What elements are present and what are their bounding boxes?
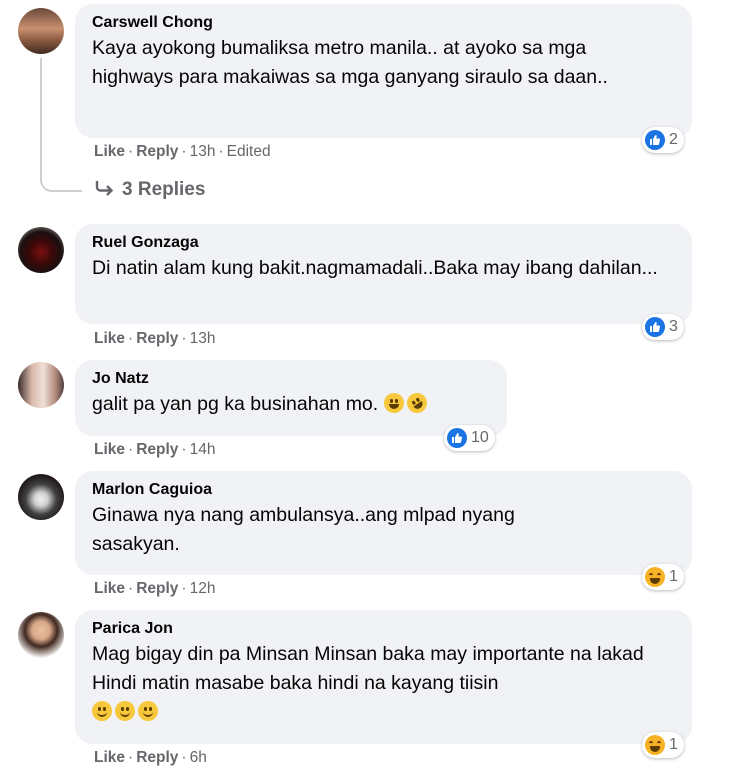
like-reaction-icon [645,130,665,150]
comment-author[interactable]: Marlon Caguioa [92,479,678,501]
reaction-count: 3 [669,318,678,335]
reaction-summary[interactable]: 1 [642,564,684,590]
reaction-summary[interactable]: 3 [642,314,684,340]
comment-text: Kaya ayokong bumaliksa metro manila.. at… [92,37,608,88]
like-reaction-icon [645,317,665,337]
avatar[interactable] [18,8,64,54]
comment-text: Ginawa nya nang ambulansya..ang mlpad ny… [92,504,515,555]
comment-timestamp[interactable]: 14h [190,441,216,458]
reaction-summary[interactable]: 1 [642,732,684,758]
comment-text-content: galit pa yan pg ka businahan mo. [92,393,379,415]
reply-button[interactable]: Reply [136,441,178,458]
reply-button[interactable]: Reply [136,580,178,597]
thread-connector [40,160,82,192]
reaction-summary[interactable]: 10 [444,425,495,451]
haha-reaction-icon [645,567,665,587]
comment-author[interactable]: Jo Natz [92,368,493,390]
haha-reaction-icon [645,735,665,755]
edited-label: Edited [226,143,271,160]
comment-bubble: Ruel Gonzaga Di natin alam kung bakit.na… [75,224,692,324]
avatar[interactable] [18,362,64,408]
smiling-emoji-icon [92,701,112,721]
replies-count-label: 3 Replies [122,179,206,200]
smiling-emoji-icon [115,701,135,721]
reaction-count: 1 [669,736,678,753]
comment-actions: Like · Reply · 13h [94,330,216,347]
avatar[interactable] [18,612,64,658]
reaction-summary[interactable]: 2 [642,127,684,153]
comment-bubble: Jo Natz galit pa yan pg ka businahan mo. [75,360,507,436]
laughing-emoji-icon [383,393,404,413]
comment-text: galit pa yan pg ka businahan mo. [92,389,493,419]
comment-author[interactable]: Ruel Gonzaga [92,232,678,254]
like-reaction-icon [447,428,467,448]
comment-timestamp[interactable]: 13h [190,330,216,347]
reply-button[interactable]: Reply [136,330,178,347]
comment-timestamp[interactable]: 12h [190,580,216,597]
comment-actions: Like · Reply · 12h [94,580,216,597]
view-replies-link[interactable]: 3 Replies [94,178,205,202]
comment-timestamp[interactable]: 6h [190,749,207,766]
smiling-emoji-icon [138,701,158,721]
like-button[interactable]: Like [94,749,125,766]
reaction-count: 10 [471,429,489,446]
emoji-row [92,698,678,727]
thread-line [40,58,42,170]
comment-bubble: Parica Jon Mag bigay din pa Minsan Minsa… [75,610,692,744]
comment-author[interactable]: Carswell Chong [92,12,678,34]
like-button[interactable]: Like [94,580,125,597]
comment-timestamp[interactable]: 13h [190,143,216,160]
comment-actions: Like · Reply · 14h [94,441,216,458]
comment-actions: Like · Reply · 13h · Edited [94,143,271,160]
comment-bubble: Carswell Chong Kaya ayokong bumaliksa me… [75,4,692,138]
comment-text: Mag bigay din pa Minsan Minsan baka may … [92,643,644,694]
like-button[interactable]: Like [94,330,125,347]
comment-author[interactable]: Parica Jon [92,618,678,640]
reply-button[interactable]: Reply [136,143,178,160]
reaction-count: 2 [669,131,678,148]
like-button[interactable]: Like [94,441,125,458]
reply-button[interactable]: Reply [136,749,178,766]
avatar[interactable] [18,474,64,520]
reply-arrow-icon [95,181,114,196]
comment-actions: Like · Reply · 6h [94,749,207,766]
rofl-emoji-icon [402,389,431,417]
reaction-count: 1 [669,568,678,585]
comment-text: Di natin alam kung bakit.nagmamadali..Ba… [92,257,658,279]
like-button[interactable]: Like [94,143,125,160]
avatar[interactable] [18,227,64,273]
comment-bubble: Marlon Caguioa Ginawa nya nang ambulansy… [75,471,692,575]
